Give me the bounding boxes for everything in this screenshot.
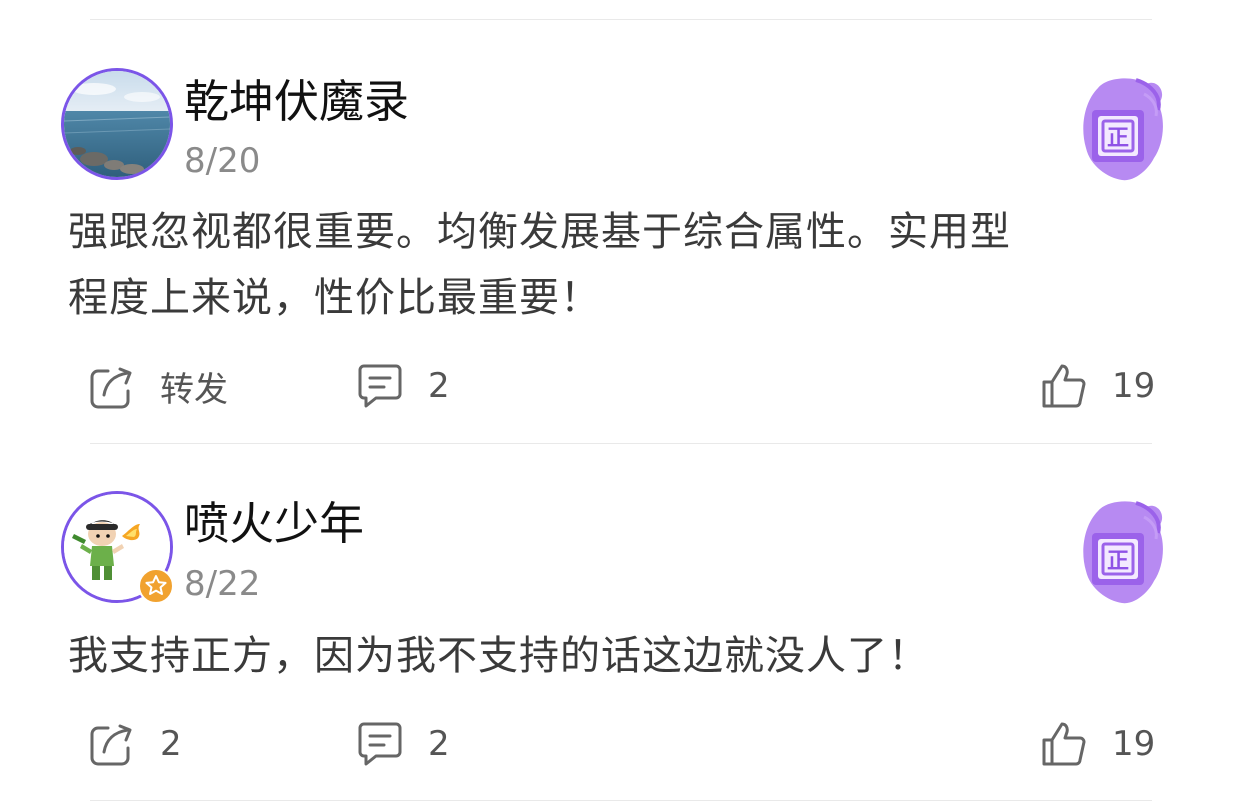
like-count: 19 xyxy=(1112,724,1156,764)
username[interactable]: 喷火少年 xyxy=(184,496,364,552)
post-date: 8/20 xyxy=(184,141,261,181)
post-date: 8/22 xyxy=(184,564,261,604)
avatar[interactable] xyxy=(61,68,173,180)
post-content-line: 强跟忽视都很重要。均衡发展基于综合属性。实用型 xyxy=(68,209,1011,255)
thumbs-up-icon xyxy=(1042,722,1086,766)
share-label: 转发 xyxy=(160,370,228,410)
stance-badge[interactable]: 正 xyxy=(1078,497,1164,607)
like-button[interactable]: 19 xyxy=(1040,720,1155,768)
comment-icon xyxy=(358,722,402,766)
post-divider xyxy=(90,443,1152,444)
share-count: 2 xyxy=(160,724,182,764)
stance-badge[interactable]: 正 xyxy=(1078,74,1164,184)
star-badge-icon xyxy=(138,568,174,604)
share-icon xyxy=(90,724,132,766)
share-icon xyxy=(90,367,132,408)
post-content: 强跟忽视都很重要。均衡发展基于综合属性。实用型 程度上来说，性价比最重要！ xyxy=(68,204,1178,326)
stance-badge-text: 正 xyxy=(1107,126,1129,151)
comment-count: 2 xyxy=(428,724,450,764)
share-button[interactable]: 2 xyxy=(88,720,182,768)
post-content: 我支持正方，因为我不支持的话这边就没人了！ xyxy=(68,628,1178,684)
top-divider xyxy=(90,19,1152,20)
thumbs-up-icon xyxy=(1042,364,1086,408)
post-content-line: 我支持正方，因为我不支持的话这边就没人了！ xyxy=(68,633,929,679)
landscape-avatar-image xyxy=(64,71,170,177)
share-button[interactable]: 转发 xyxy=(88,362,228,411)
like-count: 19 xyxy=(1112,366,1156,406)
comment-count: 2 xyxy=(428,366,450,406)
username[interactable]: 乾坤伏魔录 xyxy=(184,74,409,130)
post-content-line: 程度上来说，性价比最重要！ xyxy=(68,275,601,321)
bottom-divider xyxy=(90,800,1152,801)
like-button[interactable]: 19 xyxy=(1040,362,1155,410)
comment-button[interactable]: 2 xyxy=(356,720,450,768)
comment-icon xyxy=(358,364,402,408)
stance-badge-text: 正 xyxy=(1107,549,1129,574)
comment-button[interactable]: 2 xyxy=(356,362,450,410)
